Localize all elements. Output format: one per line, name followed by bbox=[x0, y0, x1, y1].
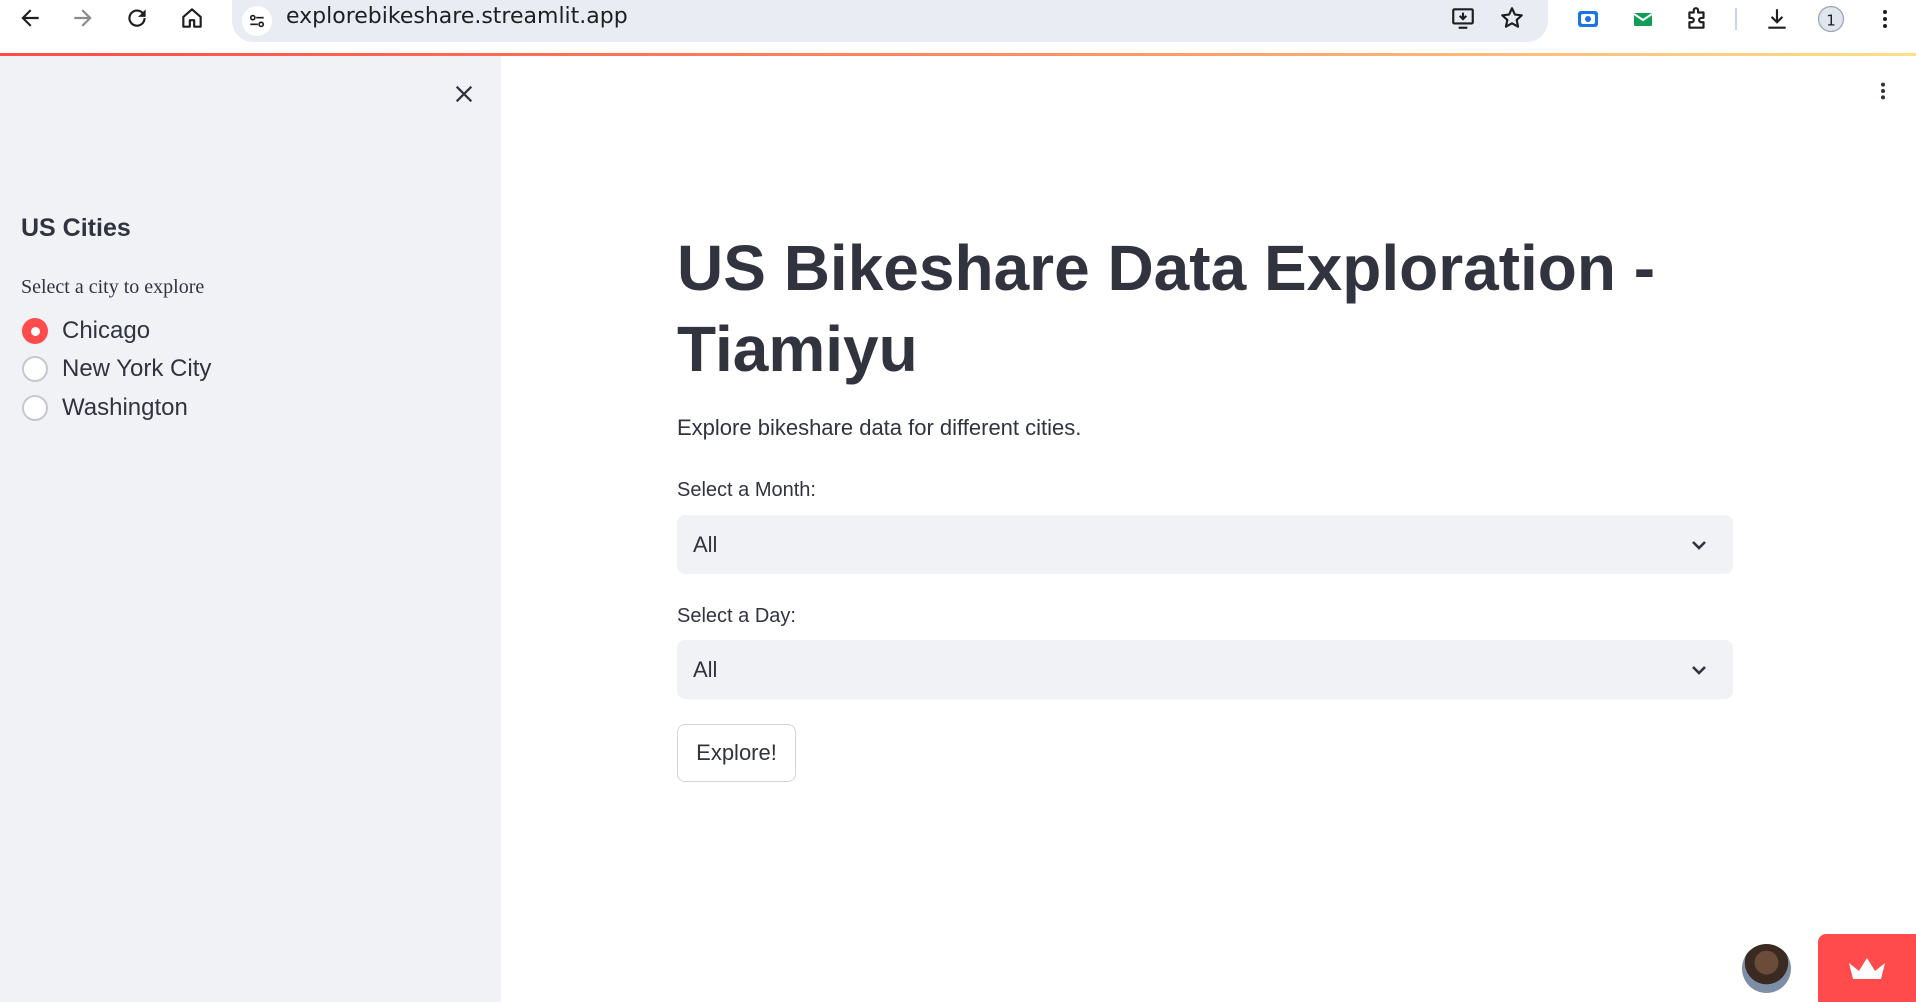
chevron-down-icon[interactable] bbox=[1687, 533, 1711, 557]
radio-option-new-york-city[interactable]: New York City bbox=[22, 352, 211, 386]
mail-extension-icon[interactable] bbox=[1626, 2, 1660, 36]
avatar[interactable] bbox=[1742, 944, 1791, 993]
address-bar[interactable]: explorebikeshare.streamlit.app bbox=[232, 0, 1548, 42]
sidebar-heading: US Cities bbox=[21, 214, 131, 242]
month-select-label: Select a Month: bbox=[677, 479, 816, 501]
radio-option-label[interactable]: Chicago bbox=[62, 317, 150, 345]
back-arrow-icon[interactable] bbox=[10, 0, 50, 36]
radio-unselected-icon[interactable] bbox=[22, 356, 48, 382]
browser-toolbar: explorebikeshare.streamlit.app 1 bbox=[0, 0, 1916, 53]
bookmark-star-icon[interactable] bbox=[1496, 2, 1528, 34]
chrome-menu-icon[interactable] bbox=[1868, 2, 1902, 36]
day-select[interactable]: All bbox=[677, 640, 1733, 699]
month-select[interactable]: All bbox=[677, 515, 1733, 574]
close-icon[interactable] bbox=[446, 76, 482, 112]
streamlit-badge[interactable] bbox=[1818, 934, 1916, 1002]
month-select-value[interactable]: All bbox=[693, 532, 717, 558]
chevron-down-icon[interactable] bbox=[1687, 658, 1711, 682]
svg-text:1: 1 bbox=[1826, 11, 1836, 29]
extension-icon[interactable] bbox=[1680, 2, 1714, 36]
radio-option-chicago[interactable]: Chicago bbox=[22, 314, 150, 348]
kebab-menu-icon[interactable] bbox=[1868, 76, 1898, 106]
sidebar: US Cities Select a city to explore Chica… bbox=[0, 56, 501, 1002]
screen-capture-extension-icon[interactable] bbox=[1571, 2, 1605, 36]
radio-option-label[interactable]: Washington bbox=[62, 394, 188, 422]
streamlit-crown-icon bbox=[1849, 958, 1885, 979]
page-title: US Bikeshare Data Exploration - Tiamiyu bbox=[677, 232, 1656, 385]
profile-icon[interactable]: 1 bbox=[1814, 2, 1848, 36]
radio-selected-icon[interactable] bbox=[22, 318, 48, 344]
download-icon[interactable] bbox=[1760, 2, 1794, 36]
day-select-label: Select a Day: bbox=[677, 605, 796, 627]
install-app-icon[interactable] bbox=[1447, 2, 1479, 34]
url-text[interactable]: explorebikeshare.streamlit.app bbox=[286, 4, 628, 29]
day-select-value[interactable]: All bbox=[693, 657, 717, 683]
toolbar-divider bbox=[1735, 8, 1737, 30]
explore-button[interactable]: Explore! bbox=[677, 724, 796, 782]
site-settings-icon[interactable] bbox=[242, 6, 272, 36]
radio-option-washington[interactable]: Washington bbox=[22, 391, 188, 425]
radio-option-label[interactable]: New York City bbox=[62, 355, 211, 383]
forward-arrow-icon[interactable] bbox=[63, 0, 103, 36]
reload-icon[interactable] bbox=[117, 0, 157, 36]
radio-group-label: Select a city to explore bbox=[21, 276, 205, 298]
radio-unselected-icon[interactable] bbox=[22, 395, 48, 421]
home-icon[interactable] bbox=[172, 0, 212, 36]
page-subtitle: Explore bikeshare data for different cit… bbox=[677, 415, 1082, 440]
